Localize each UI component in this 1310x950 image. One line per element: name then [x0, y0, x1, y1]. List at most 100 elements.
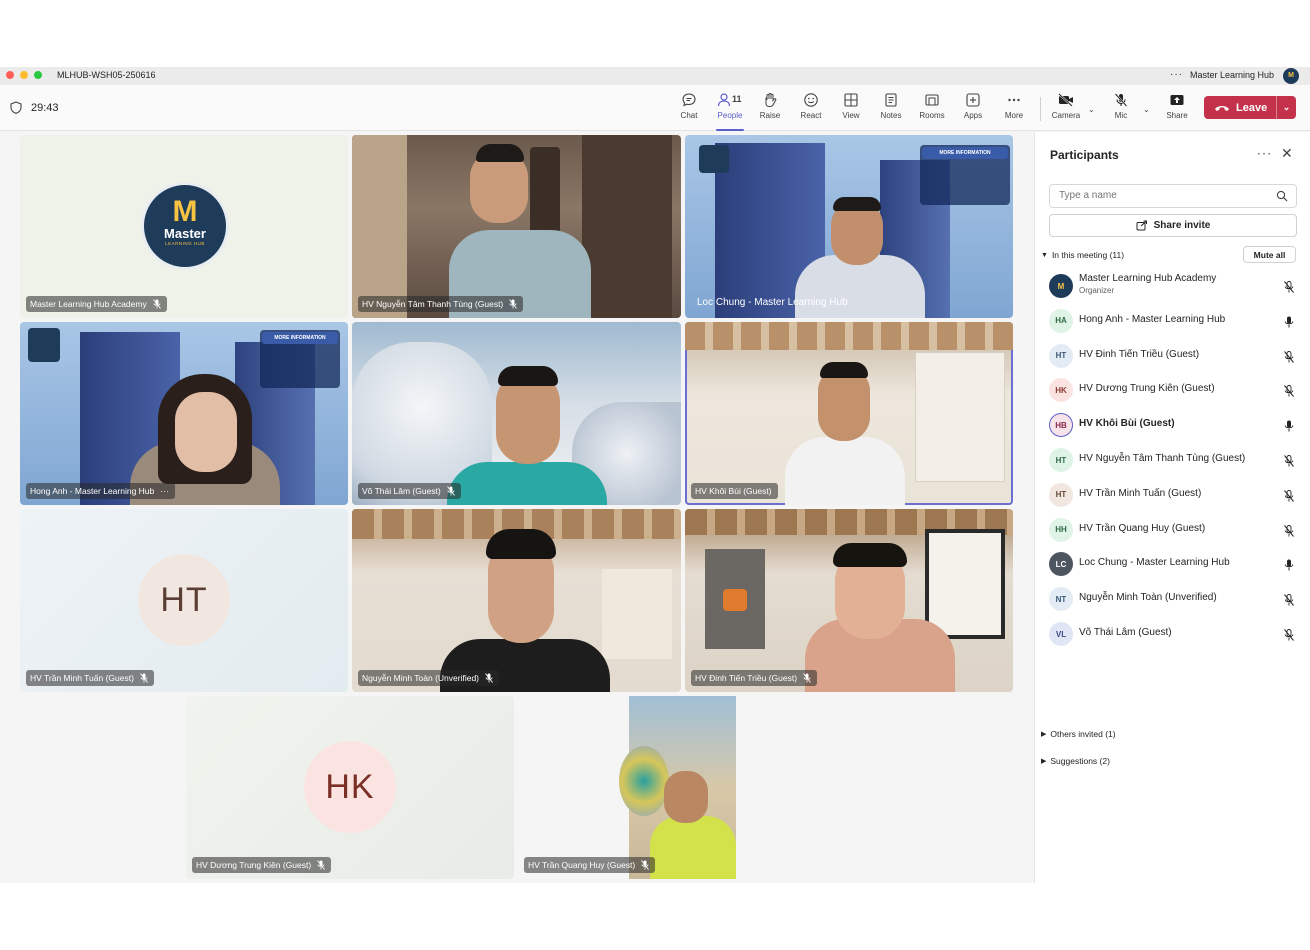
leave-label: Leave: [1236, 101, 1268, 114]
video-tile[interactable]: Võ Thái Lâm (Guest): [352, 322, 681, 505]
mic-muted-icon: [140, 673, 148, 683]
participant-mic-status[interactable]: [1284, 524, 1294, 542]
participant-mic-status[interactable]: [1284, 454, 1294, 472]
search-input[interactable]: [1059, 190, 1259, 201]
participant-row[interactable]: NT Nguyễn Minh Toàn (Unverified): [1049, 583, 1297, 615]
window-title: MLHUB-WSH05-250616: [57, 70, 156, 80]
leave-button[interactable]: Leave ⌄: [1204, 96, 1296, 119]
participant-avatar: HK: [304, 741, 396, 833]
participant-mic-status[interactable]: [1284, 489, 1294, 507]
participant-name: Loc Chung - Master Learning Hub: [1079, 557, 1230, 569]
mic-muted-icon: [1284, 385, 1294, 398]
participant-role: Organizer: [1079, 286, 1115, 295]
participant-avatar: HT: [1049, 343, 1073, 368]
video-tile[interactable]: HV Nguyễn Tâm Thanh Tùng (Guest): [352, 135, 681, 318]
others-invited-toggle[interactable]: ▶ Others invited (1): [1041, 729, 1116, 739]
mute-all-button[interactable]: Mute all: [1243, 246, 1296, 263]
person-silhouette: [650, 816, 736, 879]
minimize-window-button[interactable]: [20, 71, 28, 79]
more-icon[interactable]: ···: [160, 486, 169, 496]
org-name: Master Learning Hub: [1190, 70, 1275, 80]
logo-sub: LEARNING HUB: [165, 241, 205, 246]
participant-name: HV Đinh Tiến Triều (Guest): [1079, 348, 1200, 360]
camera-options-chevron-icon[interactable]: ⌄: [1088, 105, 1095, 114]
shield-icon: [10, 101, 22, 114]
suggestions-toggle[interactable]: ▶ Suggestions (2): [1041, 756, 1110, 766]
notes-icon: [885, 93, 897, 107]
participant-mic-status[interactable]: [1284, 384, 1294, 402]
video-tile[interactable]: MORE INFORMATION Loc Chung - Master Lear…: [685, 135, 1013, 318]
participant-row[interactable]: HT HV Nguyễn Tâm Thanh Tùng (Guest): [1049, 444, 1297, 476]
view-button[interactable]: View: [831, 92, 871, 128]
participant-name: HV Nguyễn Tâm Thanh Tùng (Guest): [1079, 453, 1246, 464]
participant-row[interactable]: HT HV Đinh Tiến Triều (Guest): [1049, 340, 1297, 372]
video-tile[interactable]: HV Khôi Bùi (Guest): [685, 322, 1013, 505]
participant-row[interactable]: VL Võ Thái Lâm (Guest): [1049, 618, 1297, 650]
participant-name: Master Learning Hub Academy: [1079, 273, 1217, 284]
participant-mic-status[interactable]: [1284, 350, 1294, 368]
rooms-label: Rooms: [919, 111, 945, 120]
chat-button[interactable]: Chat: [669, 92, 709, 128]
leave-options-chevron-icon[interactable]: ⌄: [1277, 102, 1296, 113]
participant-name-label: HV Trần Quang Huy (Guest): [524, 857, 656, 873]
react-button[interactable]: React: [791, 92, 831, 128]
video-tile[interactable]: Nguyễn Minh Toàn (Unverified): [352, 509, 681, 692]
more-button[interactable]: More: [994, 92, 1034, 128]
org-avatar[interactable]: M: [1283, 68, 1299, 84]
close-window-button[interactable]: [6, 71, 14, 79]
in-meeting-label: In this meeting (11): [1051, 250, 1125, 260]
participant-row[interactable]: HA Hong Anh - Master Learning Hub: [1049, 305, 1297, 337]
participant-mic-status[interactable]: [1284, 628, 1294, 646]
participant-name-label: HV Trần Minh Tuấn (Guest): [26, 670, 154, 686]
panel-more-icon[interactable]: ···: [1257, 146, 1272, 160]
participant-avatar: M: [1049, 274, 1073, 298]
apps-button[interactable]: Apps: [953, 92, 993, 128]
participant-mic-status[interactable]: [1284, 558, 1294, 576]
people-count: 11: [732, 94, 742, 104]
raise-hand-button[interactable]: Raise: [750, 92, 790, 128]
people-button[interactable]: 11 People: [710, 92, 750, 131]
maximize-window-button[interactable]: [34, 71, 42, 79]
more-options-icon[interactable]: ···: [1170, 69, 1183, 80]
participant-mic-status[interactable]: [1284, 593, 1294, 611]
share-invite-button[interactable]: Share invite: [1049, 214, 1297, 237]
master-logo: M Master LEARNING HUB: [141, 182, 229, 270]
notes-label: Notes: [880, 111, 902, 120]
participant-name-label: HV Dương Trung Kiên (Guest): [192, 857, 332, 873]
video-tile[interactable]: HK HV Dương Trung Kiên (Guest): [186, 696, 514, 879]
video-tile[interactable]: HT HV Trần Minh Tuấn (Guest): [20, 509, 348, 692]
mic-options-chevron-icon[interactable]: ⌄: [1143, 105, 1150, 114]
camera-button[interactable]: Camera: [1046, 92, 1086, 128]
participant-name: Hong Anh - Master Learning Hub: [1079, 313, 1226, 325]
mic-muted-icon: [152, 299, 161, 309]
participant-row[interactable]: HB HV Khôi Bùi (Guest): [1049, 409, 1297, 441]
rooms-button[interactable]: Rooms: [912, 92, 952, 128]
video-tile[interactable]: M Master LEARNING HUB Master Learning Hu…: [20, 135, 348, 318]
master-logo: [699, 145, 729, 173]
video-tile[interactable]: HV Đinh Tiến Triều (Guest): [685, 509, 1013, 692]
participant-name-label: Loc Chung - Master Learning Hub: [697, 296, 848, 308]
suggestions-label: Suggestions (2): [1050, 756, 1110, 766]
mic-icon: [1284, 316, 1294, 328]
close-icon[interactable]: ✕: [1281, 145, 1293, 162]
mic-button[interactable]: Mic: [1101, 92, 1141, 128]
video-tile[interactable]: HV Trần Quang Huy (Guest): [518, 696, 847, 879]
participant-row[interactable]: HK HV Dương Trung Kiên (Guest): [1049, 374, 1297, 406]
participant-row[interactable]: HH HV Trần Quang Huy (Guest): [1049, 514, 1297, 546]
notes-button[interactable]: Notes: [871, 92, 911, 128]
chevron-down-icon: ▼: [1041, 251, 1048, 259]
participant-mic-status[interactable]: [1284, 419, 1294, 437]
participant-row[interactable]: M Master Learning Hub Academy Organizer: [1049, 270, 1297, 302]
participant-row[interactable]: LC Loc Chung - Master Learning Hub: [1049, 548, 1297, 580]
search-field[interactable]: [1049, 184, 1297, 208]
in-meeting-section-toggle[interactable]: ▼ In this meeting (11): [1041, 250, 1124, 260]
participant-row[interactable]: HT HV Trần Minh Tuấn (Guest): [1049, 479, 1297, 511]
teams-window: MLHUB-WSH05-250616 ··· Master Learning H…: [0, 67, 1310, 883]
participant-name: HV Khôi Bùi (Guest): [1079, 418, 1175, 430]
participant-mic-status[interactable]: [1284, 315, 1294, 333]
toolbar-divider: [1040, 97, 1041, 121]
share-button[interactable]: Share: [1157, 92, 1197, 128]
video-tile[interactable]: MORE INFORMATION Hong Anh - Master Learn…: [20, 322, 348, 505]
participant-mic-status[interactable]: [1284, 280, 1294, 298]
participant-name: Võ Thái Lâm (Guest): [1079, 627, 1172, 638]
